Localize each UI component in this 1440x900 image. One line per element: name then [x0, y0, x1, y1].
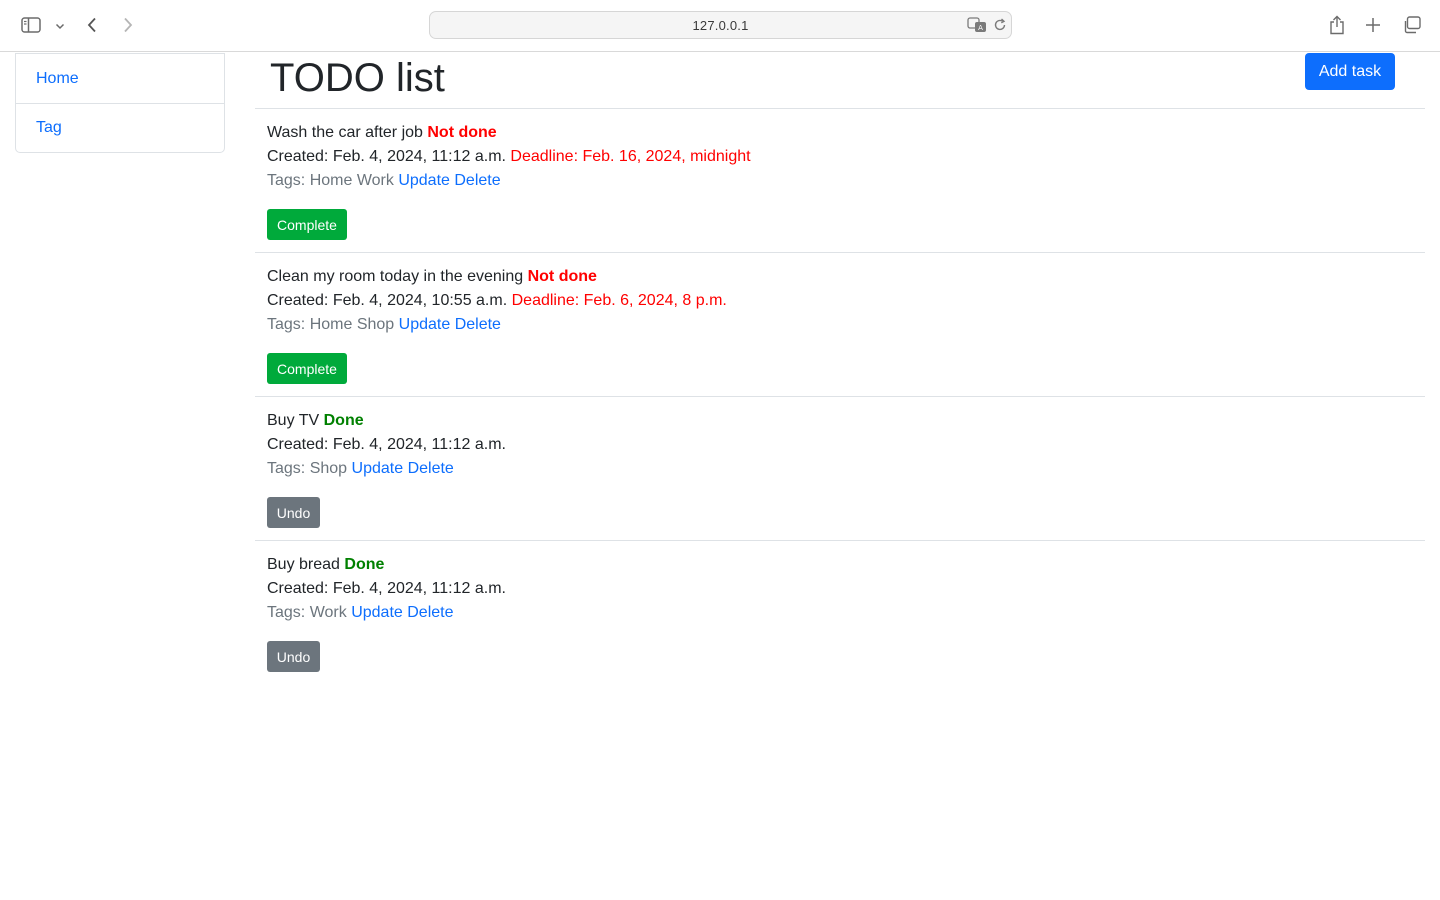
- task-item: Clean my room today in the evening Not d…: [255, 253, 1425, 397]
- back-icon[interactable]: [84, 16, 100, 34]
- chevron-down-icon[interactable]: [54, 20, 66, 32]
- task-deadline: Deadline: Feb. 16, 2024, midnight: [510, 148, 751, 165]
- task-dates-line: Created: Feb. 4, 2024, 10:55 a.m. Deadli…: [267, 291, 727, 311]
- svg-text:A: A: [978, 24, 983, 32]
- task-tags: Tags: Home Shop: [267, 316, 395, 333]
- task-status: Not done: [527, 268, 597, 285]
- delete-link[interactable]: Delete: [407, 604, 453, 621]
- task-item: Buy bread Done Created: Feb. 4, 2024, 11…: [255, 541, 1425, 685]
- delete-link[interactable]: Delete: [455, 316, 501, 333]
- translate-icon[interactable]: A: [967, 17, 987, 38]
- new-tab-icon[interactable]: [1364, 16, 1382, 34]
- add-task-button[interactable]: Add task: [1305, 53, 1395, 90]
- task-dates-line: Created: Feb. 4, 2024, 11:12 a.m.: [267, 435, 506, 455]
- sidebar-item-tag[interactable]: Tag: [16, 103, 224, 152]
- page-header: TODO list Add task: [255, 53, 1425, 109]
- task-tags-line: Tags: Home Shop Update Delete: [267, 315, 501, 335]
- page-title: TODO list: [270, 56, 445, 100]
- update-link[interactable]: Update: [351, 604, 403, 621]
- task-tags: Tags: Shop: [267, 460, 348, 477]
- task-tags-line: Tags: Work Update Delete: [267, 603, 453, 623]
- task-deadline: Deadline: Feb. 6, 2024, 8 p.m.: [511, 292, 727, 309]
- task-title-line: Wash the car after job Not done: [267, 123, 497, 143]
- undo-button[interactable]: Undo: [267, 497, 320, 528]
- task-title: Buy TV: [267, 412, 320, 429]
- task-tags: Tags: Home Work: [267, 172, 394, 189]
- share-icon[interactable]: [1327, 14, 1347, 36]
- update-link[interactable]: Update: [352, 460, 404, 477]
- complete-button[interactable]: Complete: [267, 353, 347, 384]
- reload-icon[interactable]: [993, 18, 1007, 37]
- task-status: Done: [323, 412, 364, 429]
- sidebar-nav: Home Tag: [15, 53, 225, 153]
- task-created: Created: Feb. 4, 2024, 11:12 a.m.: [267, 580, 506, 597]
- undo-button[interactable]: Undo: [267, 641, 320, 672]
- complete-button[interactable]: Complete: [267, 209, 347, 240]
- task-tags-line: Tags: Home Work Update Delete: [267, 171, 501, 191]
- task-title: Wash the car after job: [267, 124, 423, 141]
- address-bar[interactable]: 127.0.0.1 A: [429, 11, 1012, 39]
- browser-toolbar: 127.0.0.1 A: [0, 0, 1440, 52]
- task-title-line: Buy TV Done: [267, 411, 364, 431]
- sidebar-toggle-icon[interactable]: [20, 16, 42, 34]
- task-title: Clean my room today in the evening: [267, 268, 524, 285]
- task-item: Wash the car after job Not done Created:…: [255, 109, 1425, 253]
- delete-link[interactable]: Delete: [454, 172, 500, 189]
- task-created: Created: Feb. 4, 2024, 11:12 a.m.: [267, 148, 506, 165]
- sidebar-item-home[interactable]: Home: [16, 54, 224, 103]
- update-link[interactable]: Update: [399, 316, 451, 333]
- task-tags-line: Tags: Shop Update Delete: [267, 459, 454, 479]
- task-title-line: Buy bread Done: [267, 555, 384, 575]
- task-tags: Tags: Work: [267, 604, 347, 621]
- address-text: 127.0.0.1: [692, 17, 749, 33]
- tab-overview-icon[interactable]: [1402, 16, 1422, 34]
- main-content: TODO list Add task Wash the car after jo…: [255, 53, 1425, 685]
- task-status: Done: [344, 556, 385, 573]
- task-title-line: Clean my room today in the evening Not d…: [267, 267, 597, 287]
- update-link[interactable]: Update: [398, 172, 450, 189]
- task-status: Not done: [427, 124, 497, 141]
- task-title: Buy bread: [267, 556, 340, 573]
- task-dates-line: Created: Feb. 4, 2024, 11:12 a.m.: [267, 579, 506, 599]
- forward-icon[interactable]: [120, 16, 136, 34]
- delete-link[interactable]: Delete: [408, 460, 454, 477]
- task-created: Created: Feb. 4, 2024, 10:55 a.m.: [267, 292, 508, 309]
- task-created: Created: Feb. 4, 2024, 11:12 a.m.: [267, 436, 506, 453]
- task-dates-line: Created: Feb. 4, 2024, 11:12 a.m. Deadli…: [267, 147, 751, 167]
- task-item: Buy TV Done Created: Feb. 4, 2024, 11:12…: [255, 397, 1425, 541]
